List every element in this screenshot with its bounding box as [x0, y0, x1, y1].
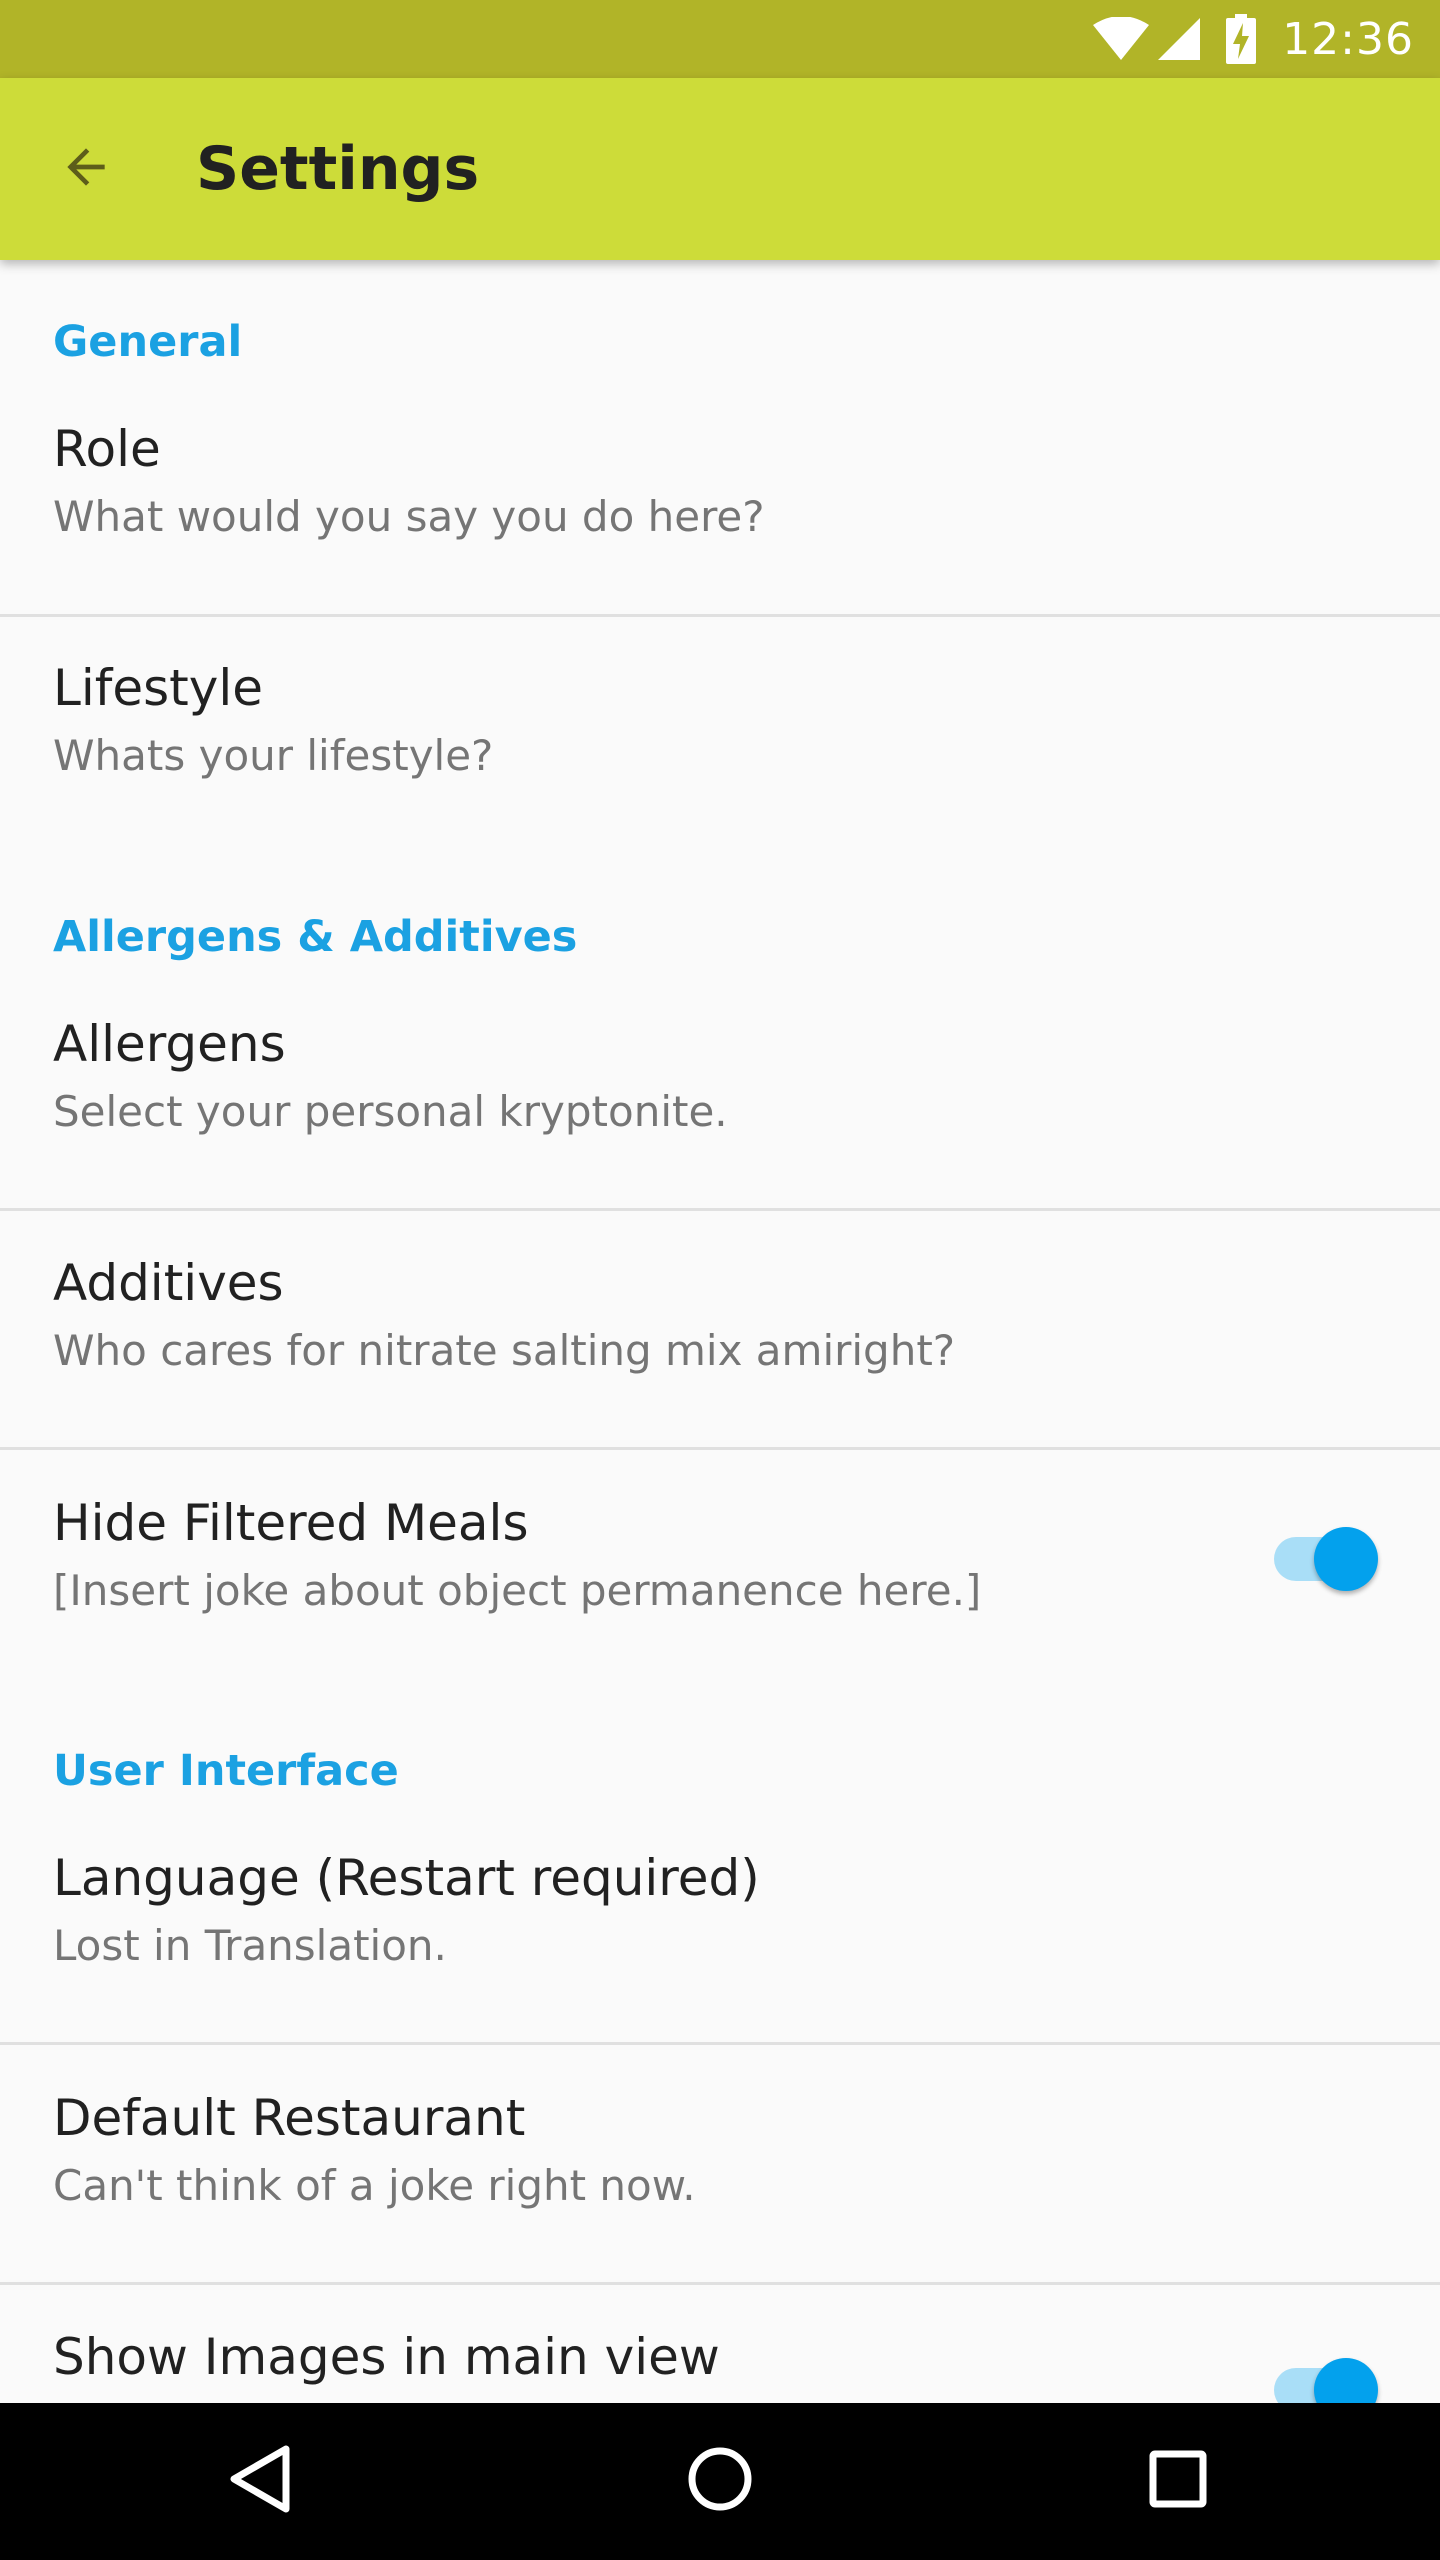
pref-hide-filtered-meals[interactable]: Hide Filtered Meals [Insert joke about o…: [0, 1494, 1440, 1626]
status-time: 12:36: [1282, 13, 1414, 65]
pref-role-title: Role: [53, 420, 161, 478]
section-header-allergens: Allergens & Additives: [53, 912, 578, 962]
pref-additives-title: Additives: [53, 1254, 284, 1312]
page-title: Settings: [196, 134, 480, 204]
pref-hide-filtered-title: Hide Filtered Meals: [53, 1494, 529, 1552]
pref-default-restaurant-title: Default Restaurant: [53, 2089, 526, 2147]
pref-default-restaurant-summary: Can't think of a joke right now.: [53, 2161, 696, 2210]
divider: [0, 1447, 1440, 1450]
pref-additives[interactable]: Additives Who cares for nitrate salting …: [0, 1254, 1440, 1386]
pref-role-summary: What would you say you do here?: [53, 492, 765, 541]
pref-default-restaurant[interactable]: Default Restaurant Can't think of a joke…: [0, 2089, 1440, 2221]
divider: [0, 2282, 1440, 2285]
pref-additives-summary: Who cares for nitrate salting mix amirig…: [53, 1326, 956, 1375]
nav-back-button[interactable]: [200, 2421, 320, 2541]
pref-show-images[interactable]: Show Images in main view: [0, 2328, 1440, 2403]
hide-filtered-meals-switch[interactable]: [1270, 1527, 1378, 1591]
pref-language[interactable]: Language (Restart required) Lost in Tran…: [0, 1849, 1440, 1981]
pref-language-title: Language (Restart required): [53, 1849, 760, 1907]
back-triangle-icon: [228, 2444, 292, 2518]
pref-allergens-title: Allergens: [53, 1015, 286, 1073]
pref-role[interactable]: Role What would you say you do here?: [0, 420, 1440, 552]
divider: [0, 614, 1440, 617]
pref-allergens-summary: Select your personal kryptonite.: [53, 1087, 728, 1136]
divider: [0, 2042, 1440, 2045]
wifi-icon: [1092, 17, 1150, 61]
home-circle-icon: [687, 2446, 753, 2516]
signal-icon: [1156, 16, 1202, 62]
nav-home-button[interactable]: [660, 2421, 780, 2541]
pref-lifestyle[interactable]: Lifestyle Whats your lifestyle?: [0, 659, 1440, 791]
back-button[interactable]: [40, 123, 132, 215]
pref-lifestyle-title: Lifestyle: [53, 659, 264, 717]
app-bar: Settings: [0, 78, 1440, 260]
battery-charging-icon: [1226, 14, 1257, 64]
status-bar: 12:36: [0, 0, 1440, 78]
status-icons: 12:36: [1092, 0, 1414, 78]
nav-recents-button[interactable]: [1118, 2421, 1238, 2541]
show-images-switch[interactable]: [1270, 2358, 1378, 2403]
arrow-back-icon: [58, 139, 114, 199]
pref-hide-filtered-summary: [Insert joke about object permanence her…: [53, 1566, 982, 1615]
switch-thumb: [1314, 1527, 1378, 1591]
recents-square-icon: [1149, 2450, 1207, 2512]
pref-show-images-title: Show Images in main view: [53, 2328, 720, 2386]
pref-allergens[interactable]: Allergens Select your personal kryptonit…: [0, 1015, 1440, 1147]
section-header-user-interface: User Interface: [53, 1746, 399, 1796]
switch-thumb: [1314, 2358, 1378, 2403]
settings-screen: 12:36 Settings General Role What would y…: [0, 0, 1440, 2560]
settings-list[interactable]: General Role What would you say you do h…: [0, 260, 1440, 2403]
pref-language-summary: Lost in Translation.: [53, 1921, 447, 1970]
navigation-bar: [0, 2403, 1440, 2560]
divider: [0, 1208, 1440, 1211]
section-header-general: General: [53, 317, 243, 367]
pref-lifestyle-summary: Whats your lifestyle?: [53, 731, 494, 780]
